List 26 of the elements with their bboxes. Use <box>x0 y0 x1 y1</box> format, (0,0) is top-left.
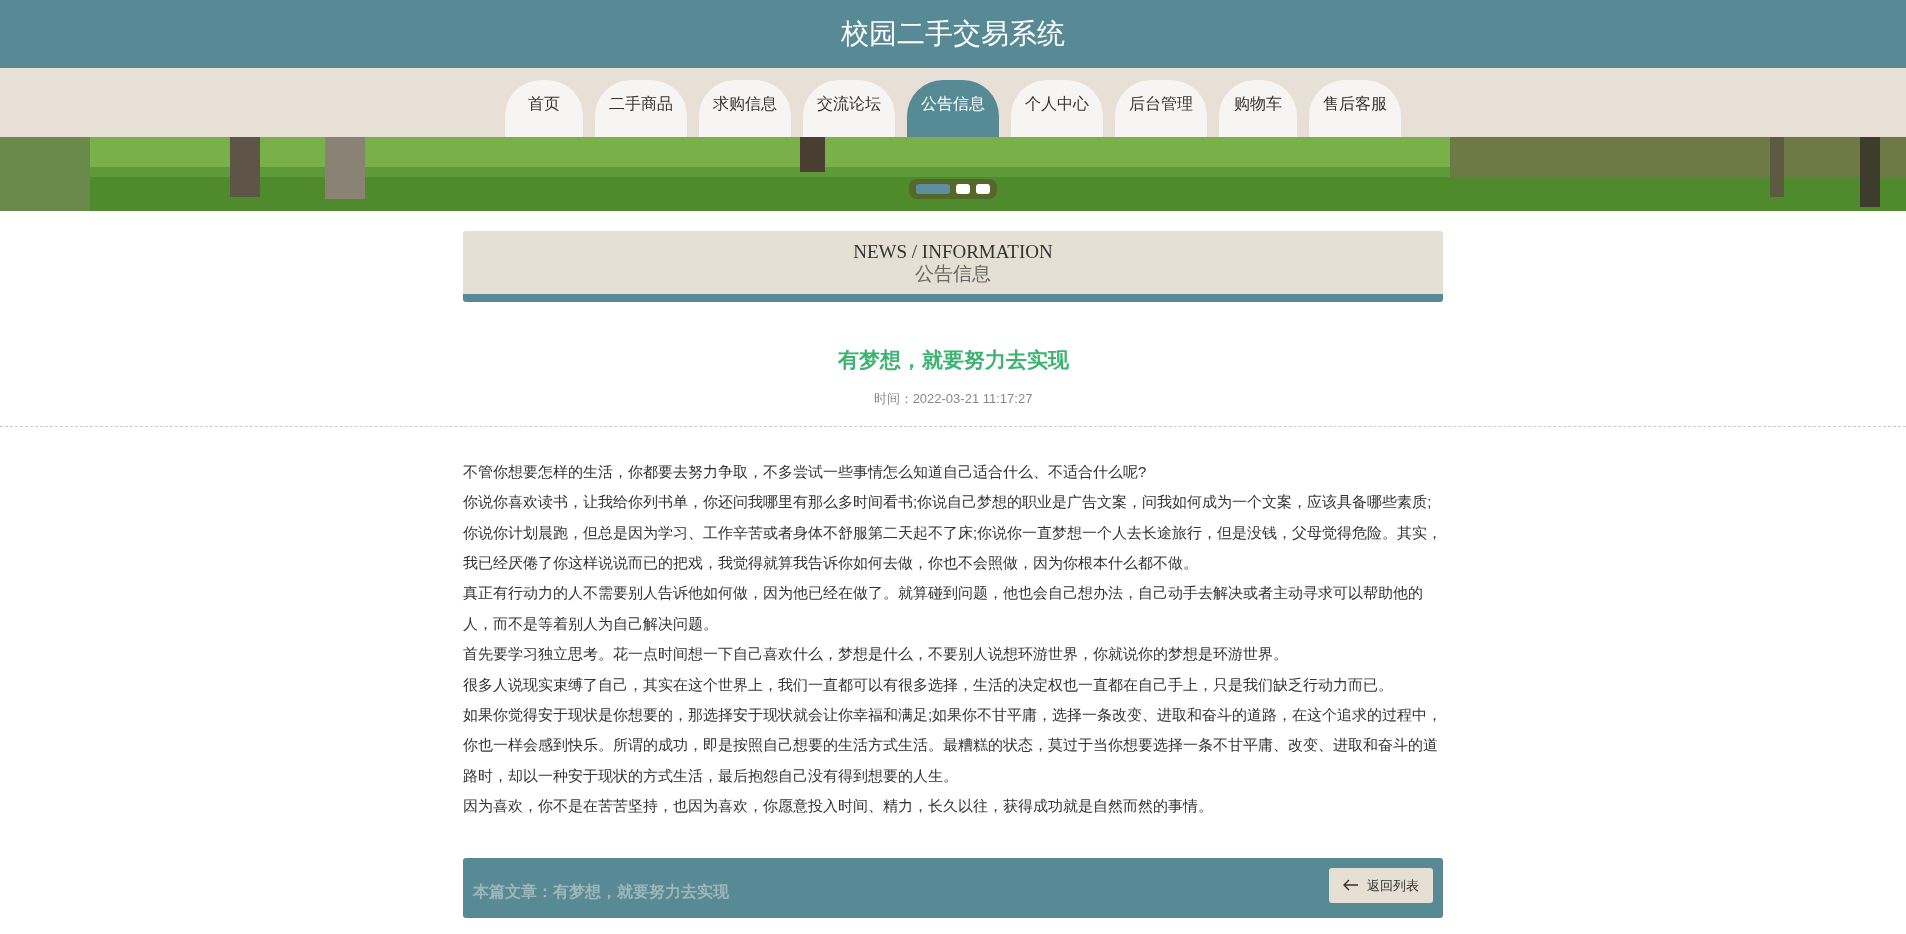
section-title-en: NEWS / INFORMATION <box>852 241 1054 263</box>
nav-tab[interactable]: 求购信息 <box>699 80 791 137</box>
article-paragraph: 很多人说现实束缚了自己，其实在这个世界上，我们一直都可以有很多选择，生活的决定权也一直都在自己手上，只是我们缺乏行动力而已。 <box>463 674 1394 695</box>
nav-tab[interactable]: 交流论坛 <box>803 80 895 137</box>
current-article-text: 本篇文章：有梦想，就要努力去实现 <box>473 881 729 902</box>
article-paragraph: 你说你喜欢读书，让我给你列书单，你还问我哪里有那么多时间看书;你说自己梦想的职业是广告文案，问我如何成为一个文案，应该具备哪些素质;你说你计划晨跑，但总是因为学习、工作辛苦或者身体不舒服第二天起不了床;你说你一直梦想一个人去长途旅行，但是没钱，父母觉得危险。其实，我已经厌倦了你这样说说而已的把戏，我觉得就算我告诉你如何去做，你也不会照做，因为你根本什么都不做。 <box>463 492 1443 573</box>
nav-tab[interactable]: 公告信息 <box>907 80 999 137</box>
nav-tab[interactable]: 购物车 <box>1219 80 1297 137</box>
nav-tab[interactable]: 个人中心 <box>1011 80 1103 137</box>
article-paragraph: 不管你想要怎样的生活，你都要去努力争取，不多尝试一些事情怎么知道自己适合什么、不适合什么呢? <box>463 461 1148 482</box>
arrow-left-icon <box>1343 879 1359 892</box>
article-title: 有梦想，就要努力去实现 <box>836 346 1070 373</box>
article-paragraph: 真正有行动力的人不需要别人告诉他如何做，因为他已经在做了。就算碰到问题，他也会自己想办法，自己动手去解决或者主动寻求可以帮助他的人，而不是等着别人为自己解决问题。 <box>463 583 1424 634</box>
slide-indicator[interactable] <box>976 184 990 194</box>
nav-tab[interactable]: 首页 <box>505 80 583 137</box>
article-time: 时间：2022-03-21 11:17:27 <box>872 390 1034 409</box>
nav-tab[interactable]: 二手商品 <box>595 80 687 137</box>
article-paragraph: 如果你觉得安于现状是你想要的，那选择安于现状就会让你幸福和满足;如果你不甘平庸，选择一条改变、进取和奋斗的道路，在这个追求的过程中，你也一样会感到快乐。所谓的成功，即是按照自己想要的生活方式生活。最糟糕的状态，莫过于当你想要选择一条不甘平庸、改变、进取和奋斗的道路时，却以一种安于现状的方式生活，最后抱怨自己没有得到想要的人生。 <box>463 704 1443 786</box>
article-paragraph: 首先要学习独立思考。花一点时间想一下自己喜欢什么，梦想是什么，不要别人说想环游世界，你就说你的梦想是环游世界。 <box>463 644 1289 665</box>
section-title: 公告信息 <box>914 262 992 285</box>
slide-indicator[interactable] <box>956 184 970 194</box>
article-paragraph: 因为喜欢，你不是在苦苦坚持，也因为喜欢，你愿意投入时间、精力，长久以往，获得成功就是自然而然的事情。 <box>463 796 1214 817</box>
nav-tab[interactable]: 售后客服 <box>1309 80 1401 137</box>
nav-tab[interactable]: 后台管理 <box>1115 80 1207 137</box>
back-button[interactable]: 返回列表 <box>1329 867 1433 904</box>
site-title: 校园二手交易系统 <box>0 0 1906 68</box>
